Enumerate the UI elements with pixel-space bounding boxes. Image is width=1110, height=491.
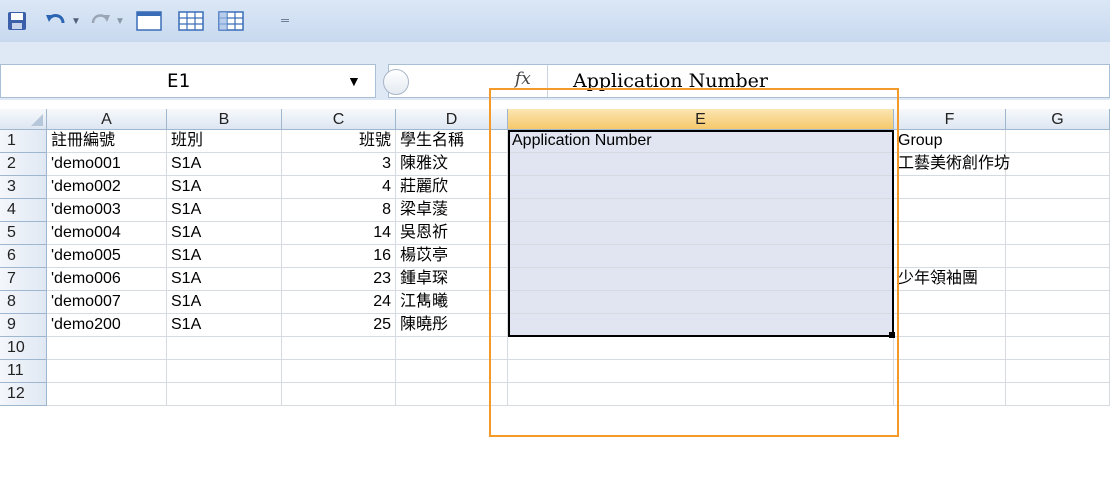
cell-g5[interactable] — [1006, 222, 1110, 245]
undo-dropdown-icon[interactable]: ▼ — [70, 10, 82, 32]
row-header-3[interactable]: 3 — [0, 176, 47, 199]
cell-a11[interactable] — [47, 360, 167, 383]
cell-f3[interactable] — [894, 176, 1006, 199]
cell-c12[interactable] — [282, 383, 396, 406]
cell-c8[interactable]: 24 — [282, 291, 396, 314]
cell-f5[interactable] — [894, 222, 1006, 245]
cell-f4[interactable] — [894, 199, 1006, 222]
highlight-box — [489, 88, 899, 437]
cell-b5[interactable]: S1A — [167, 222, 282, 245]
quick-access-toolbar: ▼ ▼ ═ — [0, 0, 1110, 42]
cell-b4[interactable]: S1A — [167, 199, 282, 222]
cell-b11[interactable] — [167, 360, 282, 383]
cell-c5[interactable]: 14 — [282, 222, 396, 245]
cell-c6[interactable]: 16 — [282, 245, 396, 268]
cell-f1[interactable]: Group — [894, 130, 1006, 153]
row-header-11[interactable]: 11 — [0, 360, 47, 383]
cell-c2[interactable]: 3 — [282, 153, 396, 176]
redo-icon[interactable] — [88, 10, 112, 32]
cell-b12[interactable] — [167, 383, 282, 406]
cell-b6[interactable]: S1A — [167, 245, 282, 268]
cell-a2[interactable]: 'demo001 — [47, 153, 167, 176]
cell-a7[interactable]: 'demo006 — [47, 268, 167, 291]
column-header-b[interactable]: B — [167, 109, 282, 130]
row-header-4[interactable]: 4 — [0, 199, 47, 222]
cell-a1[interactable]: 註冊編號 — [47, 130, 167, 153]
cell-g7[interactable] — [1006, 268, 1110, 291]
cell-g2[interactable] — [1006, 153, 1110, 176]
cell-a3[interactable]: 'demo002 — [47, 176, 167, 199]
cell-c9[interactable]: 25 — [282, 314, 396, 337]
column-header-f[interactable]: F — [894, 109, 1006, 130]
select-all-icon — [31, 114, 43, 126]
cell-a10[interactable] — [47, 337, 167, 360]
formula-resize-handle[interactable] — [383, 69, 409, 95]
row-header-8[interactable]: 8 — [0, 291, 47, 314]
customize-dropdown-icon[interactable]: ═ — [278, 10, 292, 32]
cell-g3[interactable] — [1006, 176, 1110, 199]
fx-icon[interactable]: fx — [515, 69, 531, 89]
cell-a8[interactable]: 'demo007 — [47, 291, 167, 314]
cell-f12[interactable] — [894, 383, 1006, 406]
column-header-a[interactable]: A — [47, 109, 167, 130]
cell-a5[interactable]: 'demo004 — [47, 222, 167, 245]
table-icon[interactable] — [134, 10, 164, 32]
cell-g8[interactable] — [1006, 291, 1110, 314]
column-header-c[interactable]: C — [282, 109, 396, 130]
cell-c7[interactable]: 23 — [282, 268, 396, 291]
row-header-9[interactable]: 9 — [0, 314, 47, 337]
cell-g4[interactable] — [1006, 199, 1110, 222]
undo-icon[interactable] — [44, 10, 68, 32]
row-header-1[interactable]: 1 — [0, 130, 47, 153]
cell-b3[interactable]: S1A — [167, 176, 282, 199]
cell-b10[interactable] — [167, 337, 282, 360]
cell-f7[interactable]: 少年領袖團 — [894, 268, 1006, 291]
cell-f9[interactable] — [894, 314, 1006, 337]
row-header-2[interactable]: 2 — [0, 153, 47, 176]
cell-f8[interactable] — [894, 291, 1006, 314]
column-header-g[interactable]: G — [1006, 109, 1110, 130]
cell-f6[interactable] — [894, 245, 1006, 268]
cell-a6[interactable]: 'demo005 — [47, 245, 167, 268]
chevron-down-icon[interactable]: ▼ — [347, 73, 361, 89]
cell-a4[interactable]: 'demo003 — [47, 199, 167, 222]
cell-a9[interactable]: 'demo200 — [47, 314, 167, 337]
row-header-5[interactable]: 5 — [0, 222, 47, 245]
name-box[interactable]: E1 ▼ — [0, 64, 376, 98]
row-header-12[interactable]: 12 — [0, 383, 47, 406]
save-icon[interactable] — [6, 10, 28, 32]
cell-c1[interactable]: 班號 — [282, 130, 396, 153]
cell-g1[interactable] — [1006, 130, 1110, 153]
grid2-icon[interactable] — [216, 10, 246, 32]
cell-b9[interactable]: S1A — [167, 314, 282, 337]
cell-b7[interactable]: S1A — [167, 268, 282, 291]
cell-g10[interactable] — [1006, 337, 1110, 360]
cell-b1[interactable]: 班別 — [167, 130, 282, 153]
cell-b2[interactable]: S1A — [167, 153, 282, 176]
grid-icon[interactable] — [176, 10, 206, 32]
redo-dropdown-icon[interactable]: ▼ — [114, 10, 126, 32]
cell-c10[interactable] — [282, 337, 396, 360]
cell-g6[interactable] — [1006, 245, 1110, 268]
row-header-10[interactable]: 10 — [0, 337, 47, 360]
cell-b8[interactable]: S1A — [167, 291, 282, 314]
cell-c4[interactable]: 8 — [282, 199, 396, 222]
cell-c3[interactable]: 4 — [282, 176, 396, 199]
row-header-6[interactable]: 6 — [0, 245, 47, 268]
cell-g11[interactable] — [1006, 360, 1110, 383]
cell-g12[interactable] — [1006, 383, 1110, 406]
name-box-value: E1 — [167, 70, 190, 92]
cell-a12[interactable] — [47, 383, 167, 406]
cell-g9[interactable] — [1006, 314, 1110, 337]
cell-c11[interactable] — [282, 360, 396, 383]
select-all-corner[interactable] — [0, 109, 47, 130]
cell-f10[interactable] — [894, 337, 1006, 360]
cell-f11[interactable] — [894, 360, 1006, 383]
row-header-7[interactable]: 7 — [0, 268, 47, 291]
cell-f2[interactable]: 工藝美術創作坊 — [894, 153, 1010, 176]
